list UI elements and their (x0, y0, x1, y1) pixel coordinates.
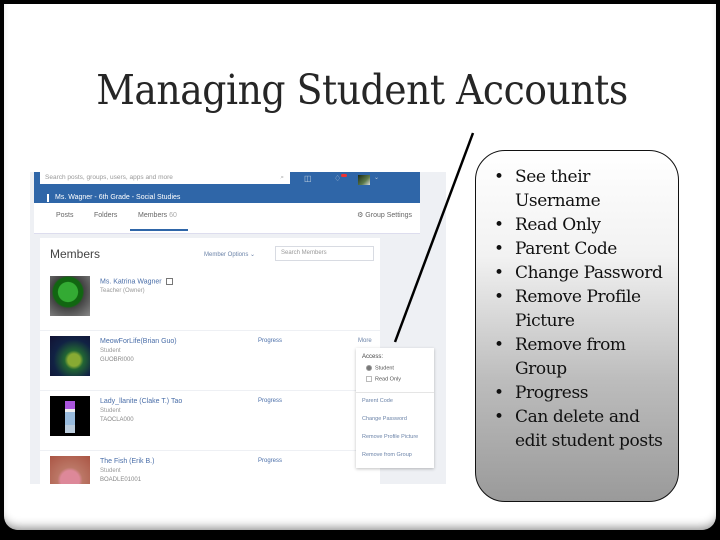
callout-item: Remove from Group (490, 333, 675, 381)
callout-list: See their Username Read Only Parent Code… (490, 165, 675, 453)
callout-item: Parent Code (490, 237, 675, 261)
callout-item: Can delete and edit student posts (490, 405, 675, 453)
callout-item: Read Only (490, 213, 675, 237)
callout-item: Progress (490, 381, 675, 405)
callout-item: Remove Profile Picture (490, 285, 675, 333)
slide: Managing Student Accounts Search posts, … (4, 4, 716, 530)
callout-item: See their Username (490, 165, 675, 213)
callout-item: Change Password (490, 261, 675, 285)
callout-box: See their Username Read Only Parent Code… (475, 150, 679, 502)
